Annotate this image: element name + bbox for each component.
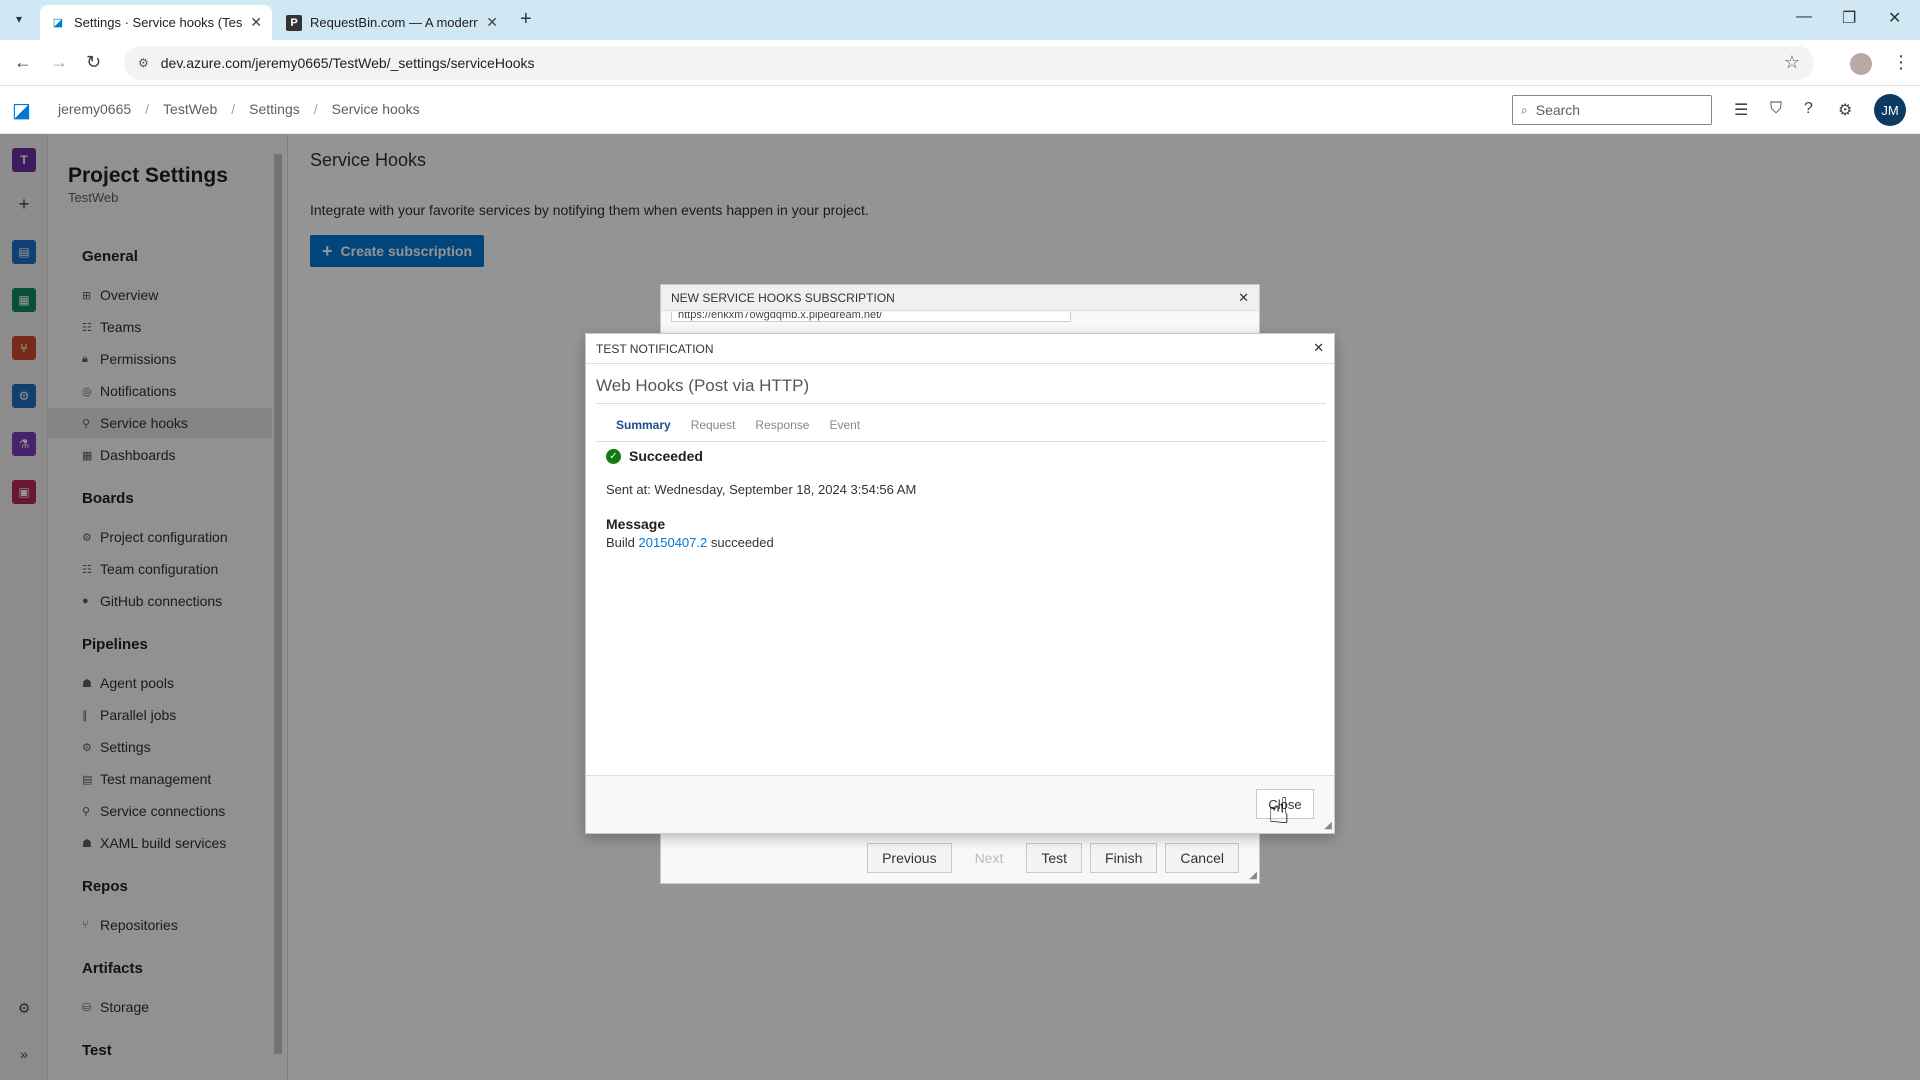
minimize-icon[interactable]: —: [1796, 8, 1812, 26]
check-circle-icon: ✓: [606, 448, 621, 464]
bookmark-star-icon[interactable]: ☆: [1784, 52, 1800, 73]
test-notification-dialog: TEST NOTIFICATION ✕ Web Hooks (Post via …: [585, 333, 1335, 834]
browser-tab-requestbin[interactable]: P RequestBin.com — A modern re ✕: [276, 5, 508, 40]
tab-title: Settings · Service hooks (TestWeb: [74, 15, 243, 30]
window-close-icon[interactable]: ✕: [1888, 8, 1901, 28]
requestbin-favicon-icon: P: [286, 14, 302, 31]
tab-request[interactable]: Request: [691, 418, 736, 432]
message-prefix: Build: [606, 535, 635, 550]
cancel-button[interactable]: Cancel: [1165, 843, 1239, 873]
tab-divider: [596, 441, 1326, 442]
resize-grip-icon[interactable]: ◢: [1324, 820, 1332, 831]
sent-at-text: Sent at: Wednesday, September 18, 2024 3…: [606, 482, 917, 497]
search-input[interactable]: ⌕ Search: [1512, 95, 1712, 125]
hand-pointer-icon: ☝: [1268, 790, 1290, 831]
tab-title: RequestBin.com — A modern re: [310, 15, 479, 30]
tab-response[interactable]: Response: [755, 418, 809, 432]
tab-event[interactable]: Event: [829, 418, 860, 432]
message-text: Build 20150407.2 succeeded: [606, 535, 774, 550]
user-settings-icon[interactable]: ⚙: [1838, 100, 1852, 120]
service-name: Web Hooks (Post via HTTP): [596, 376, 1326, 404]
ado-header: ◪ jeremy0665 / TestWeb / Settings / Serv…: [0, 86, 1920, 134]
avatar[interactable]: JM: [1874, 94, 1906, 126]
breadcrumb: jeremy0665 / TestWeb / Settings / Servic…: [58, 101, 420, 117]
dialog-footer: Previous Next Test Finish Cancel: [661, 833, 1259, 883]
close-tab-icon[interactable]: ✕: [250, 14, 262, 31]
profile-avatar[interactable]: [1850, 53, 1872, 75]
resize-grip-icon[interactable]: ◢: [1249, 870, 1257, 881]
message-suffix: succeeded: [710, 535, 774, 550]
breadcrumb-organization[interactable]: jeremy0665: [58, 101, 131, 117]
message-heading: Message: [606, 516, 666, 532]
azure-devops-logo-icon[interactable]: ◪: [12, 98, 36, 122]
address-bar[interactable]: ⚙ dev.azure.com/jeremy0665/TestWeb/_sett…: [124, 46, 1814, 80]
breadcrumb-settings[interactable]: Settings: [249, 101, 300, 117]
browser-tabbar: ▾ ◪ Settings · Service hooks (TestWeb ✕ …: [0, 0, 1920, 40]
result-tabs: Summary Request Response Event: [616, 418, 860, 432]
forward-icon[interactable]: →: [50, 52, 68, 73]
dialog-title: TEST NOTIFICATION: [586, 334, 1334, 364]
dialog-title: NEW SERVICE HOOKS SUBSCRIPTION: [661, 285, 1259, 311]
back-icon[interactable]: ←: [14, 52, 32, 73]
site-info-icon[interactable]: ⚙: [138, 56, 149, 70]
close-tab-icon[interactable]: ✕: [486, 14, 498, 31]
breadcrumb-service-hooks[interactable]: Service hooks: [332, 101, 420, 117]
restore-icon[interactable]: ❐: [1842, 8, 1856, 28]
help-icon[interactable]: ?: [1804, 100, 1813, 118]
dialog-footer: Close: [586, 775, 1334, 833]
next-button[interactable]: Next: [960, 843, 1019, 873]
browser-tab-settings[interactable]: ◪ Settings · Service hooks (TestWeb ✕: [40, 5, 272, 40]
finish-button[interactable]: Finish: [1090, 843, 1158, 873]
reload-icon[interactable]: ↻: [86, 52, 101, 73]
breadcrumb-separator: /: [231, 101, 236, 117]
url-text: dev.azure.com/jeremy0665/TestWeb/_settin…: [160, 55, 535, 71]
breadcrumb-separator: /: [145, 101, 150, 117]
browser-toolbar: ← → ↻ ⚙ dev.azure.com/jeremy0665/TestWeb…: [0, 40, 1920, 86]
search-placeholder: Search: [1535, 102, 1581, 118]
breadcrumb-project[interactable]: TestWeb: [163, 101, 217, 117]
previous-button[interactable]: Previous: [867, 843, 952, 873]
tab-summary[interactable]: Summary: [616, 418, 671, 432]
test-button[interactable]: Test: [1026, 843, 1083, 873]
browser-menu-icon[interactable]: ⋮: [1892, 52, 1910, 73]
build-link[interactable]: 20150407.2: [639, 535, 708, 550]
status-badge: ✓ Succeeded: [606, 448, 703, 464]
marketplace-icon[interactable]: ⛉: [1770, 100, 1782, 118]
work-items-icon[interactable]: ☰: [1734, 100, 1748, 120]
close-icon[interactable]: ✕: [1313, 340, 1324, 356]
search-icon: ⌕: [1521, 102, 1528, 117]
url-field[interactable]: https://enkxm7owgdqmb.x.pipedream.net/: [671, 312, 1071, 322]
azure-devops-favicon-icon: ◪: [52, 17, 64, 29]
tab-search-icon[interactable]: ▾: [8, 8, 30, 30]
new-tab-icon[interactable]: +: [520, 8, 532, 31]
breadcrumb-separator: /: [313, 101, 318, 117]
close-icon[interactable]: ✕: [1238, 290, 1249, 306]
status-text: Succeeded: [629, 448, 703, 464]
